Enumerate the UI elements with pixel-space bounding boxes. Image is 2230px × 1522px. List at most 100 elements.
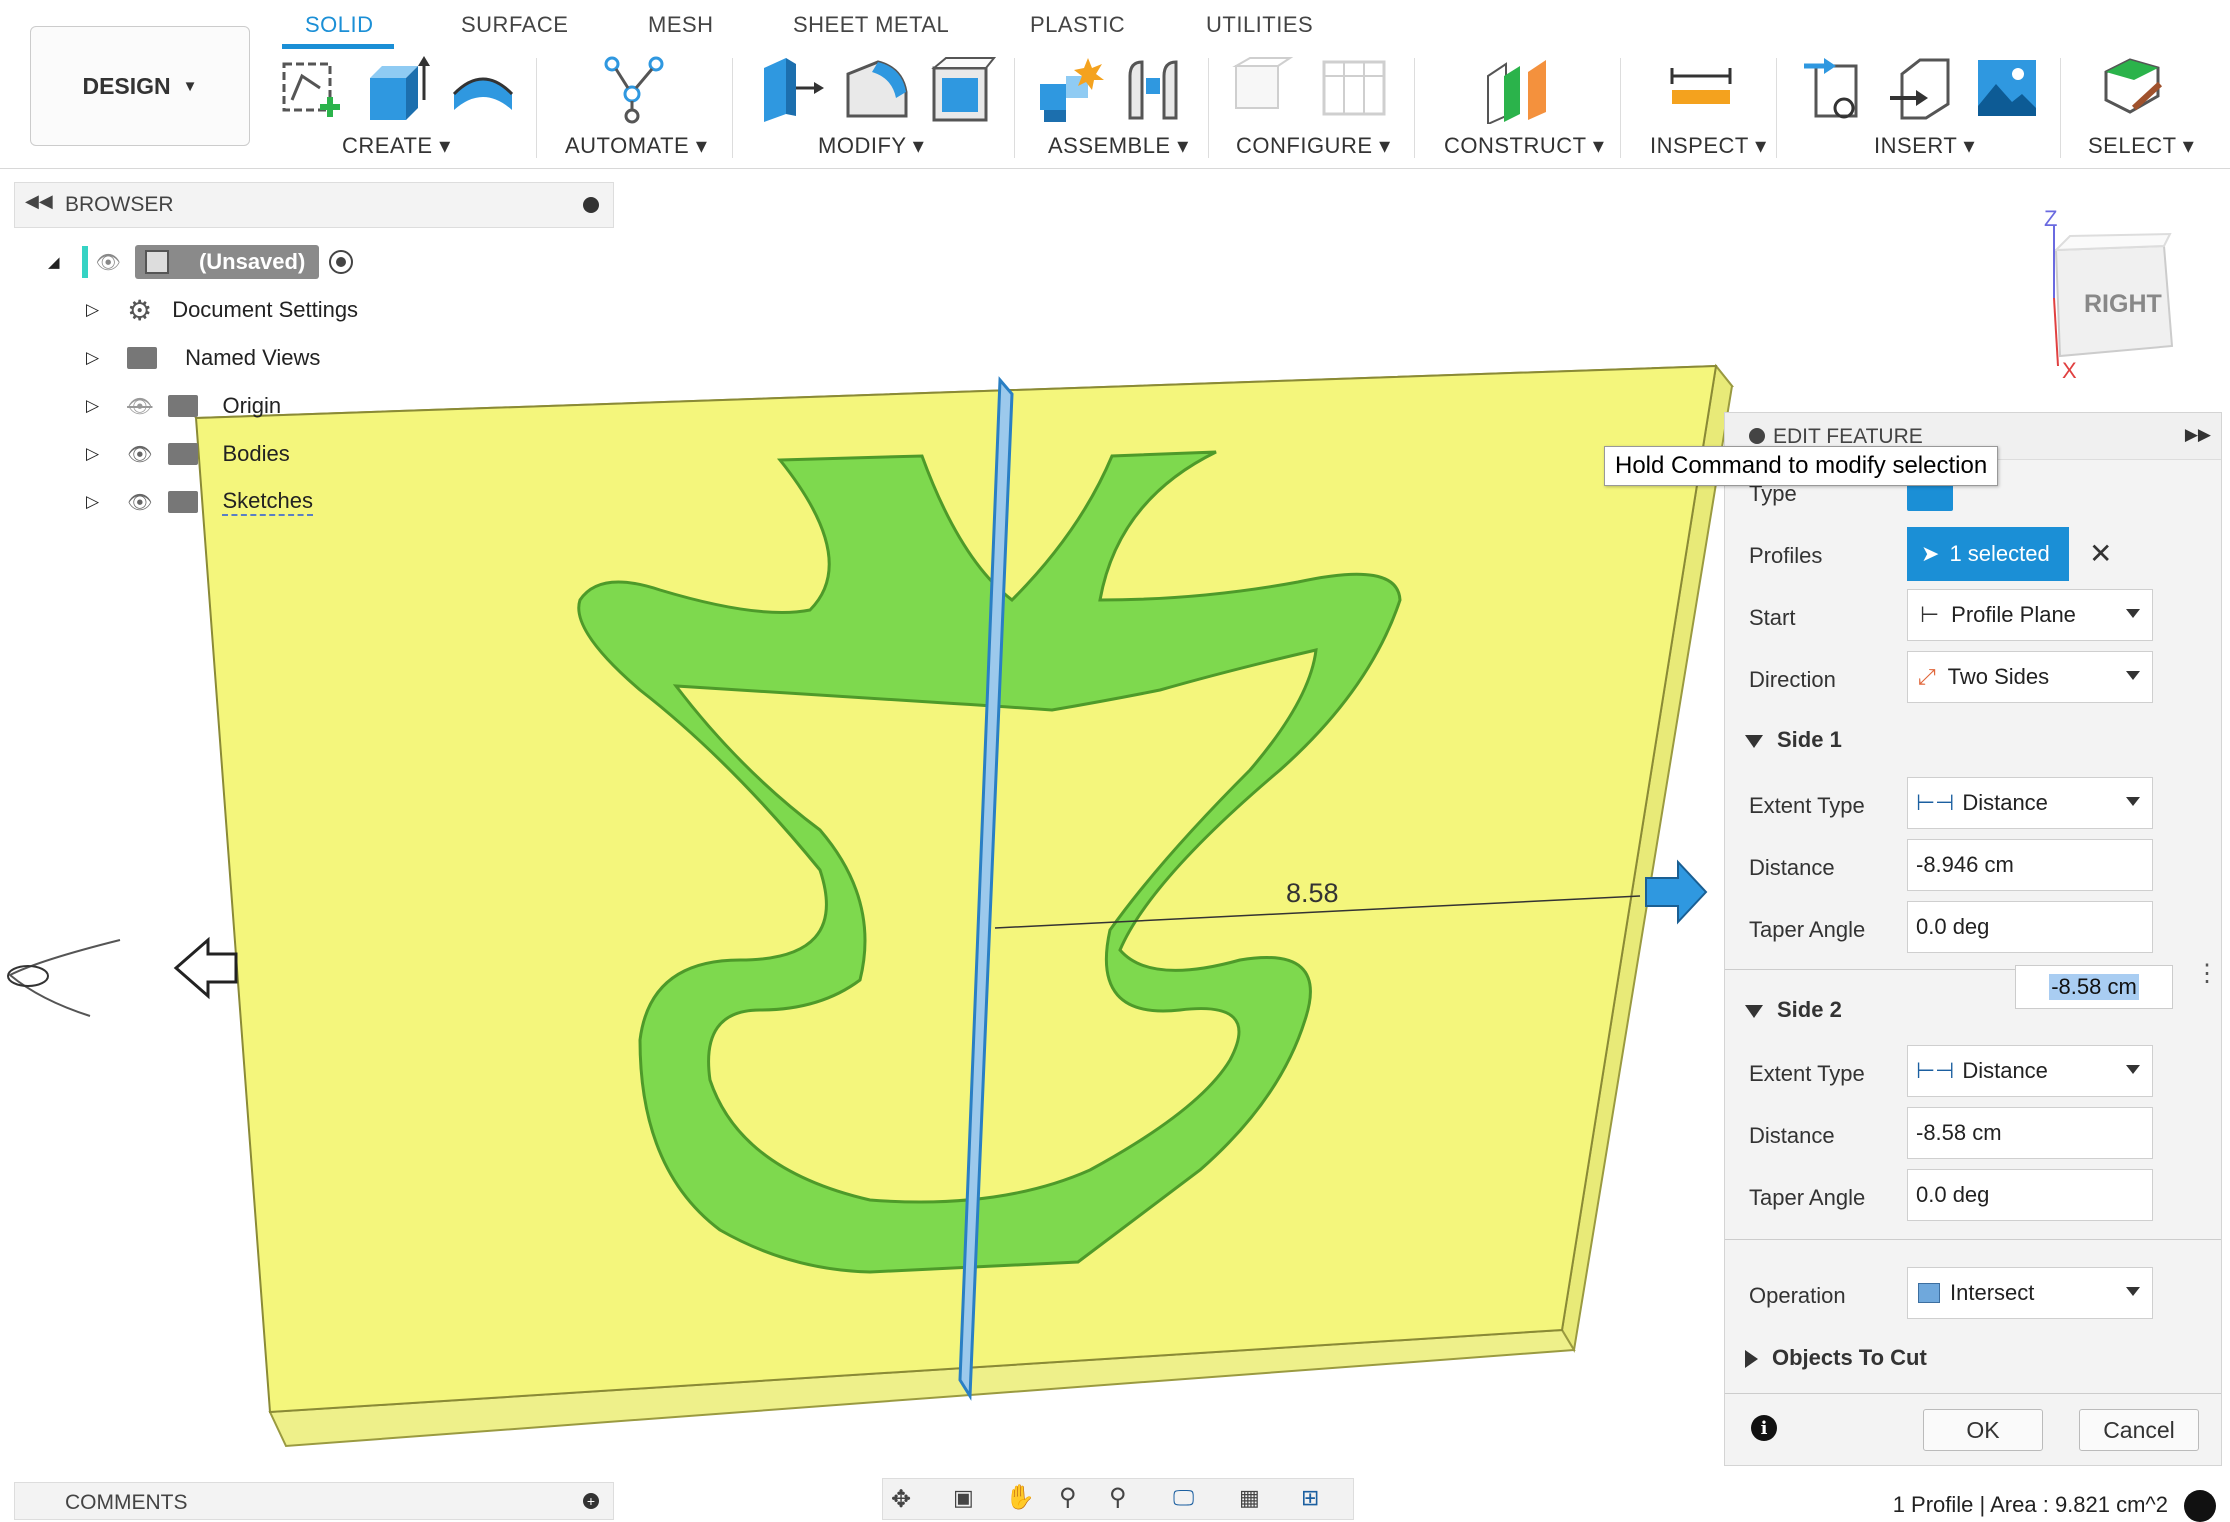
side1-extent-dropdown[interactable]: ⊢⊣ Distance [1907,777,2153,829]
comments-add-icon[interactable]: + [583,1493,599,1509]
intersect-icon [1918,1283,1940,1303]
status-indicator-icon[interactable] [2184,1490,2216,1522]
display-settings-icon[interactable]: 🖵 [1173,1485,1194,1511]
side1-taper-input[interactable]: 0.0 deg [1907,901,2153,953]
expand-triangle-icon[interactable]: ▷ [86,348,99,368]
browser-item-bodies[interactable]: ▷ 👁 Bodies [86,434,290,474]
side2-distance-input[interactable]: -8.58 cm [1907,1107,2153,1159]
insert-menu[interactable]: INSERT ▾ [1874,133,1975,159]
side2-extent-dropdown[interactable]: ⊢⊣ Distance [1907,1045,2153,1097]
visibility-eye-icon[interactable]: 👁 [127,490,152,515]
automate-menu[interactable]: AUTOMATE ▾ [565,133,707,159]
ok-button[interactable]: OK [1923,1409,2043,1451]
visibility-eye-icon[interactable]: 👁 [96,250,121,275]
pan-icon[interactable]: ✋ [1005,1483,1035,1512]
side2-distance-value: -8.58 cm [1916,1120,2002,1145]
comments-panel-header[interactable]: COMMENTS + [14,1482,614,1520]
fit-icon[interactable]: ⚲ [1109,1483,1127,1512]
fillet-icon[interactable] [842,54,912,124]
objects-to-cut-section[interactable]: Objects To Cut [1745,1345,1927,1371]
insert-mesh-icon[interactable] [1886,54,1956,124]
operation-dropdown[interactable]: Intersect [1907,1267,2153,1319]
look-at-icon[interactable]: ▣ [953,1485,974,1511]
ribbon-toolbar: SOLID SURFACE MESH SHEET METAL PLASTIC U… [0,0,2230,169]
tab-plastic[interactable]: PLASTIC [1030,12,1125,38]
browser-item-document-settings[interactable]: ▷ ⚙ Document Settings [86,290,358,330]
browser-minimize-icon[interactable] [583,197,599,213]
create-menu[interactable]: CREATE ▾ [342,133,451,159]
modify-menu[interactable]: MODIFY ▾ [818,133,924,159]
new-component-icon[interactable] [1036,54,1106,124]
browser-item-sketches[interactable]: ▷ 👁 Sketches [86,482,313,522]
shell-icon[interactable] [928,54,998,124]
panel-minimize-icon[interactable] [1749,428,1765,444]
left-arrow-handle[interactable] [173,936,238,1000]
press-pull-icon[interactable] [756,54,826,124]
visibility-eye-icon[interactable]: 👁 [127,442,152,467]
configuration-table-icon[interactable] [1320,54,1390,124]
tab-surface[interactable]: SURFACE [461,12,568,38]
browser-item-origin[interactable]: ▷ 👁 Origin [86,386,281,426]
collapse-browser-icon[interactable]: ◀◀ [25,191,53,212]
collapse-triangle-icon[interactable]: ◢ [48,253,60,271]
select-menu[interactable]: SELECT ▾ [2088,133,2194,159]
tab-mesh[interactable]: MESH [648,12,714,38]
select-icon[interactable] [2100,54,2170,124]
profiles-selection-button[interactable]: ➤ 1 selected [1907,527,2069,581]
component-icon [144,250,169,274]
inline-distance-input[interactable]: -8.58 cm [2015,965,2173,1009]
browser-root-row[interactable]: ◢ 👁 (Unsaved) [48,242,354,282]
side1-distance-value: -8.946 cm [1916,852,2014,877]
browser-item-label: Named Views [185,345,321,370]
panel-expand-icon[interactable]: ▶▶ [2185,425,2211,445]
info-icon[interactable]: i [1751,1415,1777,1441]
measure-icon[interactable] [1666,54,1736,124]
zoom-icon[interactable]: ⚲ [1059,1483,1077,1512]
insert-canvas-icon[interactable] [1972,54,2042,124]
side2-section-header[interactable]: Side 2 [1745,997,1842,1023]
inspect-menu[interactable]: INSPECT ▾ [1650,133,1767,159]
tab-solid[interactable]: SOLID [305,12,374,38]
more-options-icon[interactable]: ⋮ [2195,962,2219,986]
start-value: Profile Plane [1951,602,2076,627]
offset-plane-icon[interactable] [1484,54,1554,124]
joint-icon[interactable] [1122,54,1192,124]
revolve-icon[interactable] [448,54,518,124]
assemble-menu[interactable]: ASSEMBLE ▾ [1048,133,1189,159]
profile-plane-icon: ⊢ [1920,602,1940,627]
insert-derive-icon[interactable] [1800,54,1870,124]
direction-dropdown[interactable]: ⤢ Two Sides [1907,651,2153,703]
side1-section-header[interactable]: Side 1 [1745,727,1842,753]
configure-menu[interactable]: CONFIGURE ▾ [1236,133,1391,159]
automate-icon[interactable] [600,54,670,124]
side2-taper-input[interactable]: 0.0 deg [1907,1169,2153,1221]
expand-triangle-icon[interactable]: ▷ [86,300,99,320]
browser-item-named-views[interactable]: ▷ Named Views [86,338,320,378]
orbit-icon[interactable]: ✥ [891,1485,911,1514]
expand-triangle-icon[interactable]: ▷ [86,396,99,416]
tab-sheet-metal[interactable]: SHEET METAL [793,12,949,38]
create-sketch-icon[interactable] [276,54,346,124]
activate-radio-icon[interactable] [329,250,354,274]
browser-panel-header[interactable]: ◀◀ BROWSER [14,182,614,228]
view-cube-face-label[interactable]: RIGHT [2084,290,2162,319]
grid-settings-icon[interactable]: ▦ [1239,1485,1260,1511]
workspace-switcher[interactable]: DESIGN ▼ [30,26,250,146]
cancel-button[interactable]: Cancel [2079,1409,2199,1451]
gear-icon: ⚙ [127,294,153,326]
divider [1725,1239,2221,1240]
clear-selection-icon[interactable]: ✕ [2089,537,2112,570]
extrude-icon[interactable] [362,54,432,124]
expand-triangle-icon[interactable]: ▷ [86,492,99,512]
construct-menu[interactable]: CONSTRUCT ▾ [1444,133,1604,159]
start-dropdown[interactable]: ⊢ Profile Plane [1907,589,2153,641]
viewports-icon[interactable]: ⊞ [1301,1485,1319,1511]
configure-icon[interactable] [1232,54,1302,124]
root-component-chip[interactable]: (Unsaved) [134,245,320,279]
view-cube[interactable]: RIGHT Z X [2030,206,2200,386]
expand-triangle-icon[interactable]: ▷ [86,444,99,464]
tab-utilities[interactable]: UTILITIES [1206,12,1313,38]
hidden-eye-icon[interactable]: 👁 [127,394,152,419]
extrude-arrow-handle[interactable] [1645,859,1708,925]
side1-distance-input[interactable]: -8.946 cm [1907,839,2153,891]
